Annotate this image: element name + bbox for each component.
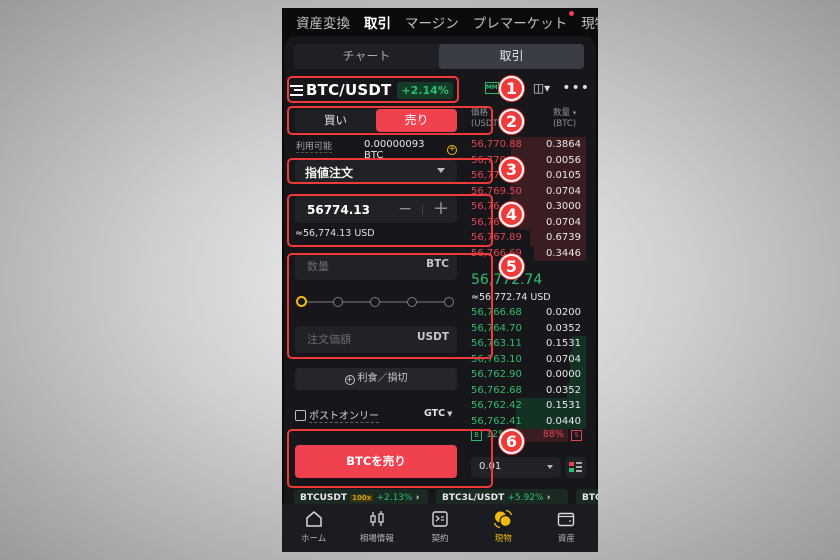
bids-qty: 0.1531 — [546, 338, 581, 349]
bids-price: 56,762.90 — [471, 369, 522, 380]
bids-row[interactable]: 56,762.41 0.0440 — [470, 413, 586, 429]
wallet-icon — [535, 510, 598, 528]
bids-row[interactable]: 56,762.68 0.0352 — [470, 382, 586, 398]
tab-trade[interactable]: 取引 — [439, 44, 584, 69]
tab-label: 現物 — [581, 16, 598, 32]
orderbook-layout-icon[interactable] — [565, 457, 586, 478]
view-tabs: チャート 取引 — [294, 44, 584, 69]
post-only-option[interactable]: ポストオンリー — [295, 407, 379, 423]
nav-spot[interactable]: 現物 — [472, 504, 535, 552]
post-only-label: ポストオンリー — [309, 407, 379, 423]
nav-market[interactable]: 相場情報 — [345, 504, 408, 552]
annotation-box-3 — [287, 158, 493, 184]
nav-contract[interactable]: 契約 — [408, 504, 471, 552]
callout-5: 5 — [499, 254, 524, 279]
callout-2: 2 — [499, 109, 524, 134]
asks-qty: 0.0056 — [546, 154, 581, 166]
asks-row[interactable]: 56,770.88 0.3864 — [470, 137, 586, 153]
caret-down-icon — [547, 465, 553, 469]
nav-label: ホーム — [300, 534, 327, 544]
asks-qty: 0.0704 — [546, 216, 581, 228]
annotation-box-4 — [287, 194, 493, 247]
nav-label: 契約 — [431, 534, 449, 544]
tab-chart[interactable]: チャート — [294, 44, 439, 69]
ticker-change: +2.13% — [376, 493, 413, 503]
bids-qty: 0.0440 — [546, 415, 581, 427]
annotation-box-6 — [287, 429, 493, 488]
asks-qty: 0.6739 — [546, 232, 581, 243]
qty-column-header[interactable]: 数量 ▾ (BTC) — [553, 108, 576, 130]
annotation-box-1 — [287, 76, 459, 103]
asks-qty: 0.3864 — [546, 139, 581, 150]
candlestick-icon[interactable]: ◫▾ — [533, 81, 550, 95]
time-in-force-select[interactable]: GTC ▼ — [424, 408, 452, 419]
ticker-pair: BTC3L/USDT — [442, 493, 505, 503]
phone-screen: 資産変換 取引 マージン プレマーケット 現物 チャート 取引 BTC/USDT… — [282, 8, 598, 552]
tab-label: マージン — [405, 16, 459, 32]
spot-icon — [472, 509, 535, 529]
nav-assets[interactable]: 資産 — [535, 504, 598, 552]
qty-header-label: 数量 — [553, 108, 571, 118]
bids-price: 56,762.68 — [471, 384, 522, 396]
callout-3: 3 — [499, 157, 524, 182]
tab-label: 資産変換 — [296, 16, 350, 32]
bids-qty: 0.0352 — [546, 322, 581, 334]
callout-4: 4 — [499, 202, 524, 227]
bids-row[interactable]: 56,762.90 0.0000 — [470, 367, 586, 383]
nav-label: 資産 — [557, 534, 575, 544]
add-funds-icon[interactable]: + — [447, 145, 457, 155]
qty-header-unit: (BTC) — [553, 119, 577, 129]
annotation-box-2 — [287, 106, 493, 135]
bids-qty: 0.0704 — [546, 353, 581, 365]
ticker-pair: BTCUSDT — [300, 493, 348, 503]
tif-value: GTC — [424, 408, 446, 419]
bids-price: 56,762.41 — [471, 415, 522, 427]
bids-qty: 0.0200 — [546, 307, 581, 318]
top-tab-trade[interactable]: 取引 — [357, 8, 398, 36]
contract-icon — [408, 510, 471, 528]
tab-label: プレマーケット — [472, 16, 568, 32]
bids-price: 56,762.42 — [471, 400, 522, 411]
bids-qty: 0.1531 — [546, 400, 581, 411]
bottom-nav: ホーム 相場情報 契約 現物 資産 — [282, 504, 598, 552]
post-only-checkbox[interactable] — [295, 409, 306, 421]
bids-qty: 0.0352 — [546, 384, 581, 396]
tp-sl-label: 利食／損切 — [357, 373, 408, 384]
tab-label: 取引 — [364, 16, 391, 32]
asks-price: 56,770.88 — [471, 139, 522, 150]
asks-qty: 0.0105 — [546, 170, 581, 181]
asks-qty: 0.3000 — [546, 201, 581, 212]
caret-down-icon: ▾ — [572, 109, 577, 117]
bids-qty: 0.0000 — [546, 369, 581, 380]
sell-ratio-badge: S — [571, 430, 582, 441]
ticker-change: +5.92% — [507, 493, 544, 503]
ticker-pair: BTC — [582, 493, 598, 503]
nav-home[interactable]: ホーム — [282, 504, 345, 552]
top-tab-asset-convert[interactable]: 資産変換 — [282, 8, 357, 36]
sell-ratio-pct: 88% — [542, 429, 564, 440]
plus-circle-icon: + — [344, 375, 355, 385]
nav-label: 相場情報 — [359, 534, 394, 544]
top-tab-spot[interactable]: 現物 — [574, 8, 598, 36]
top-tab-premarket[interactable]: プレマーケット — [466, 8, 575, 36]
top-tabs: 資産変換 取引 マージン プレマーケット 現物 — [282, 8, 598, 36]
ticker-leverage: 100x — [350, 494, 374, 502]
home-icon — [282, 510, 345, 528]
tp-sl-button[interactable]: + 利食／損切 — [295, 368, 457, 390]
available-label: 利用可能 — [296, 139, 333, 153]
bids-row[interactable]: 56,762.42 0.1531 — [470, 398, 586, 414]
top-tab-margin[interactable]: マージン — [398, 8, 466, 36]
caret-down-icon: ▼ — [447, 410, 453, 418]
nav-label: 現物 — [494, 534, 512, 544]
callout-1: 1 — [499, 76, 524, 101]
asks-qty: 0.3446 — [546, 247, 581, 259]
asks-qty: 0.0704 — [546, 185, 581, 197]
callout-6: 6 — [499, 429, 524, 454]
mm-icon[interactable]: MM — [484, 82, 499, 94]
annotation-box-5 — [287, 253, 493, 359]
more-icon[interactable]: ••• — [562, 80, 590, 96]
market-icon — [345, 510, 408, 528]
